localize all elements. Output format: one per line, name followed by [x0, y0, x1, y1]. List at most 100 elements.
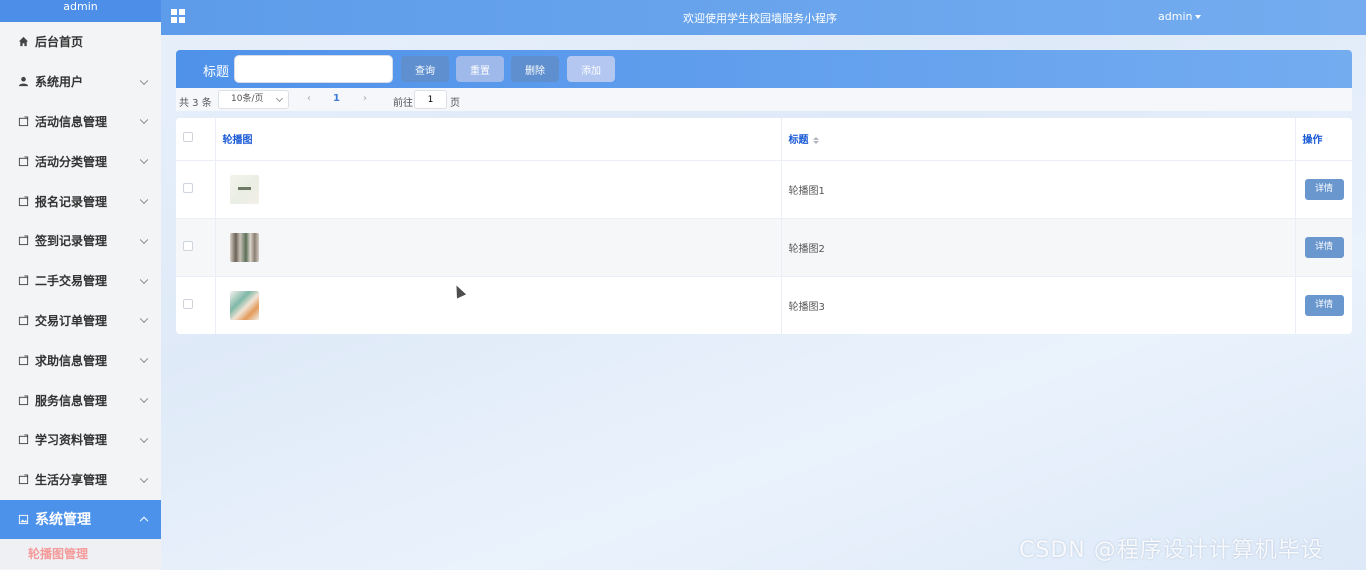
- carousel-thumbnail[interactable]: [229, 174, 259, 204]
- goto-page-input[interactable]: [414, 90, 447, 109]
- sidebar-item-help-info[interactable]: 求助信息管理: [0, 340, 161, 380]
- chevron-down-icon: [139, 195, 149, 205]
- image-cell: [215, 276, 782, 334]
- image-cell: [215, 160, 782, 219]
- chevron-down-icon: [139, 155, 149, 165]
- menu-grid-icon[interactable]: [171, 9, 186, 24]
- sidebar-item-activity-category[interactable]: 活动分类管理: [0, 141, 161, 181]
- user-name: admin: [1158, 10, 1193, 23]
- page-suffix: 页: [450, 98, 460, 109]
- add-button[interactable]: 添加: [567, 56, 615, 82]
- image-cell: [215, 218, 782, 277]
- submenu-item-carousel[interactable]: 轮播图管理: [0, 539, 161, 570]
- carousel-thumbnail[interactable]: [229, 290, 259, 320]
- title-cell: 轮播图3: [781, 276, 1296, 334]
- title-cell: 轮播图2: [781, 218, 1296, 277]
- select-all-checkbox[interactable]: [183, 132, 193, 143]
- sidebar-item-home[interactable]: 后台首页: [0, 22, 161, 62]
- title-cell: 轮播图1: [781, 160, 1296, 219]
- site-title: 欢迎使用学生校园墙服务小程序: [683, 12, 837, 25]
- search-label: 标题: [203, 65, 230, 80]
- table-row: 轮播图1 详情: [176, 160, 1352, 219]
- sidebar-item-service-info[interactable]: 服务信息管理: [0, 380, 161, 420]
- action-cell: 详情: [1295, 276, 1352, 334]
- row-select-cell: [176, 160, 216, 219]
- pagination: 共 3 条 10条/页 ‹ 1 › 前往 页: [176, 88, 1352, 111]
- prev-page-icon[interactable]: ‹: [307, 93, 311, 104]
- row-select-cell: [176, 276, 216, 334]
- next-page-icon[interactable]: ›: [363, 93, 367, 104]
- home-icon: [18, 37, 29, 47]
- sidebar-item-signup-records[interactable]: 报名记录管理: [0, 181, 161, 221]
- title-search-input[interactable]: [234, 55, 393, 83]
- query-button[interactable]: 查询: [401, 56, 449, 82]
- column-header-action: 操作: [1295, 118, 1352, 161]
- sidebar-item-orders[interactable]: 交易订单管理: [0, 301, 161, 341]
- sidebar: admin 后台首页 系统用户 活动信息管理 活动分类管理 报名记录管理 签到记…: [0, 0, 161, 570]
- chevron-down-icon: [139, 275, 149, 284]
- user-icon: [18, 77, 29, 87]
- page-size-value: 10条/页: [231, 94, 264, 104]
- folder-icon: [18, 116, 29, 127]
- sidebar-item-secondhand[interactable]: 二手交易管理: [0, 261, 161, 301]
- select-all-cell: [176, 118, 216, 161]
- image-icon: [18, 514, 29, 525]
- reset-button[interactable]: 重置: [456, 56, 504, 82]
- data-table: 轮播图 标题 操作 轮播图1 详情 轮播图2 详情 轮播图3 详情: [176, 118, 1352, 334]
- table-row: 轮播图2 详情: [176, 218, 1352, 277]
- folder-icon: [18, 395, 29, 405]
- sidebar-item-label: 学习资料管理: [35, 433, 108, 448]
- sort-icon[interactable]: [812, 136, 819, 144]
- sidebar-item-life-sharing[interactable]: 生活分享管理: [0, 460, 161, 500]
- user-menu[interactable]: admin: [1158, 10, 1202, 23]
- table-row: 轮播图3 详情: [176, 276, 1352, 334]
- row-checkbox[interactable]: [183, 298, 193, 309]
- sidebar-item-label: 系统用户: [35, 75, 84, 90]
- sidebar-header: admin: [0, 0, 161, 22]
- total-count: 共 3 条: [179, 98, 212, 109]
- folder-icon: [18, 156, 29, 166]
- sidebar-item-label: 服务信息管理: [35, 393, 108, 408]
- page-size-select[interactable]: 10条/页: [218, 90, 289, 109]
- column-header-title[interactable]: 标题: [781, 118, 1296, 161]
- table-header-row: 轮播图 标题 操作: [176, 118, 1352, 161]
- current-page[interactable]: 1: [333, 93, 340, 104]
- top-bar: 欢迎使用学生校园墙服务小程序 admin: [161, 0, 1366, 35]
- sidebar-item-label: 活动分类管理: [35, 154, 108, 169]
- search-panel: 标题 查询 重置 删除 添加: [176, 50, 1352, 88]
- sidebar-item-checkin-records[interactable]: 签到记录管理: [0, 221, 161, 261]
- chevron-down-icon: [139, 394, 149, 404]
- sidebar-item-label: 交易订单管理: [35, 313, 108, 328]
- folder-icon: [18, 275, 29, 286]
- delete-button[interactable]: 删除: [511, 56, 559, 82]
- sidebar-item-activity-info[interactable]: 活动信息管理: [0, 102, 161, 142]
- sidebar-item-system-users[interactable]: 系统用户: [0, 62, 161, 102]
- folder-icon: [18, 315, 29, 326]
- chevron-down-icon: [139, 434, 149, 443]
- sidebar-item-label: 生活分享管理: [35, 473, 108, 488]
- sidebar-item-label: 二手交易管理: [35, 274, 108, 289]
- carousel-thumbnail[interactable]: [229, 232, 259, 262]
- detail-button[interactable]: 详情: [1304, 236, 1344, 258]
- sidebar-item-system-management[interactable]: 系统管理: [0, 499, 161, 540]
- caret-down-icon: [1195, 15, 1202, 19]
- folder-icon: [18, 474, 29, 485]
- sidebar-item-label: 活动信息管理: [35, 114, 108, 129]
- action-cell: 详情: [1295, 218, 1352, 277]
- folder-icon: [18, 235, 29, 246]
- sidebar-item-label: 后台首页: [35, 35, 84, 50]
- row-checkbox[interactable]: [183, 240, 193, 251]
- chevron-down-icon: [139, 474, 149, 483]
- chevron-down-icon: [139, 76, 149, 85]
- folder-icon: [18, 434, 29, 445]
- sidebar-item-label: 签到记录管理: [35, 234, 108, 249]
- sidebar-item-label: 报名记录管理: [35, 194, 108, 209]
- row-checkbox[interactable]: [183, 182, 193, 193]
- sidebar-item-label: 系统管理: [35, 512, 91, 529]
- sidebar-item-study-materials[interactable]: 学习资料管理: [0, 420, 161, 460]
- chevron-down-icon: [139, 354, 149, 364]
- goto-label: 前往: [393, 98, 413, 109]
- detail-button[interactable]: 详情: [1304, 178, 1344, 200]
- detail-button[interactable]: 详情: [1304, 294, 1344, 316]
- folder-icon: [18, 196, 29, 206]
